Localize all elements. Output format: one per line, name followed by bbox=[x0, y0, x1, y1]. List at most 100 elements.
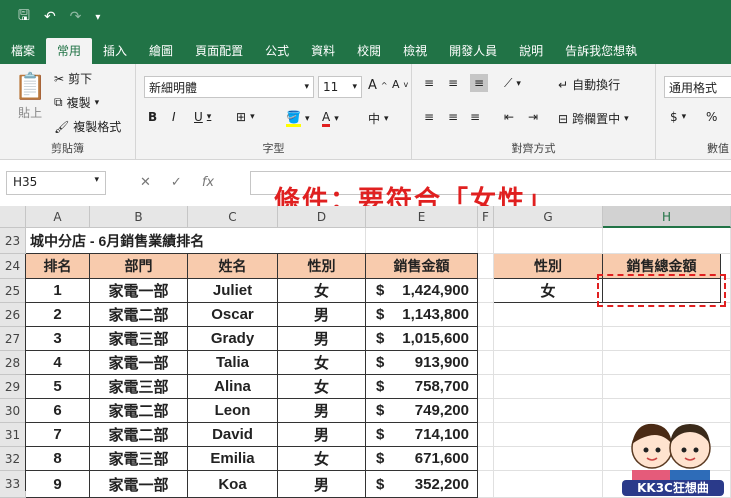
table-cell[interactable]: Leon bbox=[188, 399, 278, 423]
table-cell[interactable]: Alina bbox=[188, 375, 278, 399]
cell[interactable] bbox=[494, 471, 603, 498]
tab-3[interactable]: 繪圖 bbox=[138, 38, 184, 64]
tab-4[interactable]: 頁面配置 bbox=[184, 38, 254, 64]
table-cell[interactable]: 6 bbox=[26, 399, 90, 423]
cell[interactable] bbox=[478, 254, 494, 279]
border-button[interactable]: ⊞ ▾ bbox=[236, 110, 255, 124]
table-cell[interactable]: 男 bbox=[278, 327, 366, 351]
cell[interactable] bbox=[603, 375, 731, 399]
increase-indent-button[interactable]: ⇥ bbox=[528, 110, 538, 124]
table-header-4[interactable]: 銷售金額 bbox=[366, 254, 478, 279]
column-header-H[interactable]: H bbox=[603, 206, 731, 228]
merge-center-button[interactable]: ⊟ 跨欄置中 ▾ bbox=[558, 110, 629, 127]
row-header-27[interactable]: 27 bbox=[0, 327, 26, 351]
paste-button[interactable]: 📋 貼上 bbox=[14, 72, 46, 121]
column-header-F[interactable]: F bbox=[478, 206, 494, 228]
sales-amount-cell[interactable]: $913,900 bbox=[366, 351, 478, 375]
cell[interactable] bbox=[478, 375, 494, 399]
cancel-icon[interactable]: ✕ bbox=[140, 175, 151, 190]
align-center-button[interactable]: ≡ bbox=[448, 110, 458, 124]
insert-function-icon[interactable]: fx bbox=[202, 175, 214, 190]
column-header-G[interactable]: G bbox=[494, 206, 603, 228]
table-cell[interactable]: 2 bbox=[26, 303, 90, 327]
cell[interactable] bbox=[494, 327, 603, 351]
cell[interactable] bbox=[603, 327, 731, 351]
cell[interactable] bbox=[494, 303, 603, 327]
redo-icon[interactable]: ↷ bbox=[70, 9, 82, 25]
copy-button[interactable]: ⧉ 複製 ▾ bbox=[54, 94, 99, 111]
row-header-23[interactable]: 23 bbox=[0, 228, 26, 254]
font-size-select[interactable]: 11 ▾ bbox=[318, 76, 362, 98]
table-cell[interactable]: 5 bbox=[26, 375, 90, 399]
tab-1[interactable]: 常用 bbox=[46, 38, 93, 64]
table-cell[interactable]: 家電一部 bbox=[90, 351, 188, 375]
row-header-28[interactable]: 28 bbox=[0, 351, 26, 375]
tab-6[interactable]: 資料 bbox=[300, 38, 346, 64]
table-cell[interactable]: 1 bbox=[26, 279, 90, 303]
tab-7[interactable]: 校閱 bbox=[346, 38, 392, 64]
italic-button[interactable]: I bbox=[172, 110, 176, 124]
sheet-title[interactable]: 城中分店 - 6月銷售業績排名 bbox=[26, 228, 326, 254]
cell[interactable] bbox=[494, 228, 603, 254]
table-cell[interactable]: 男 bbox=[278, 399, 366, 423]
table-cell[interactable]: 家電二部 bbox=[90, 399, 188, 423]
table-cell[interactable]: 家電二部 bbox=[90, 303, 188, 327]
column-header-B[interactable]: B bbox=[90, 206, 188, 228]
grow-font-button[interactable]: A ^ bbox=[368, 78, 388, 93]
cell[interactable] bbox=[494, 423, 603, 447]
sales-amount-cell[interactable]: $1,424,900 bbox=[366, 279, 478, 303]
row-header-33[interactable]: 33 bbox=[0, 471, 26, 498]
row-header-26[interactable]: 26 bbox=[0, 303, 26, 327]
cell[interactable] bbox=[494, 375, 603, 399]
column-header-E[interactable]: E bbox=[366, 206, 478, 228]
currency-button[interactable]: $ ▾ bbox=[670, 110, 686, 124]
table-cell[interactable]: 女 bbox=[278, 279, 366, 303]
enter-icon[interactable]: ✓ bbox=[171, 175, 182, 190]
cell[interactable] bbox=[478, 351, 494, 375]
tab-8[interactable]: 檢視 bbox=[392, 38, 438, 64]
criteria-gender-value[interactable]: 女 bbox=[494, 279, 603, 303]
column-header-D[interactable]: D bbox=[278, 206, 366, 228]
fill-color-button[interactable]: 🪣 ▾ bbox=[286, 110, 309, 127]
tab-9[interactable]: 開發人員 bbox=[438, 38, 508, 64]
sales-amount-cell[interactable]: $749,200 bbox=[366, 399, 478, 423]
row-header-25[interactable]: 25 bbox=[0, 279, 26, 303]
table-cell[interactable]: 9 bbox=[26, 471, 90, 498]
table-cell[interactable]: 家電三部 bbox=[90, 327, 188, 351]
align-left-button[interactable]: ≡ bbox=[424, 110, 434, 124]
criteria-header-gender[interactable]: 性別 bbox=[494, 254, 603, 279]
row-header-24[interactable]: 24 bbox=[0, 254, 26, 279]
phonetic-button[interactable]: 中 ▾ bbox=[368, 110, 389, 127]
cell[interactable] bbox=[478, 423, 494, 447]
cell[interactable] bbox=[494, 351, 603, 375]
table-cell[interactable]: 7 bbox=[26, 423, 90, 447]
row-header-29[interactable]: 29 bbox=[0, 375, 26, 399]
table-cell[interactable]: 8 bbox=[26, 447, 90, 471]
cell[interactable] bbox=[366, 228, 478, 254]
tab-11[interactable]: 告訴我您想執 bbox=[554, 38, 648, 64]
table-cell[interactable]: Emilia bbox=[188, 447, 278, 471]
table-cell[interactable]: 女 bbox=[278, 351, 366, 375]
table-cell[interactable]: Juliet bbox=[188, 279, 278, 303]
table-cell[interactable]: Talia bbox=[188, 351, 278, 375]
row-header-31[interactable]: 31 bbox=[0, 423, 26, 447]
table-cell[interactable]: 4 bbox=[26, 351, 90, 375]
table-header-3[interactable]: 性別 bbox=[278, 254, 366, 279]
customize-qat-icon[interactable]: ▾ bbox=[95, 12, 100, 23]
tab-5[interactable]: 公式 bbox=[254, 38, 300, 64]
table-cell[interactable]: 女 bbox=[278, 375, 366, 399]
table-cell[interactable]: Grady bbox=[188, 327, 278, 351]
save-icon[interactable]: 🖫 bbox=[18, 5, 30, 29]
number-format-select[interactable]: 通用格式 bbox=[664, 76, 731, 98]
format-painter-button[interactable]: 🖌 複製格式 bbox=[54, 118, 121, 135]
row-header-32[interactable]: 32 bbox=[0, 447, 26, 471]
sales-amount-cell[interactable]: $671,600 bbox=[366, 447, 478, 471]
table-cell[interactable]: 家電二部 bbox=[90, 423, 188, 447]
cell[interactable] bbox=[478, 279, 494, 303]
table-cell[interactable]: Koa bbox=[188, 471, 278, 498]
table-header-1[interactable]: 部門 bbox=[90, 254, 188, 279]
name-box[interactable]: H35 ▾ bbox=[6, 171, 106, 195]
cell[interactable] bbox=[478, 399, 494, 423]
table-cell[interactable]: 家電三部 bbox=[90, 447, 188, 471]
table-cell[interactable]: 男 bbox=[278, 423, 366, 447]
